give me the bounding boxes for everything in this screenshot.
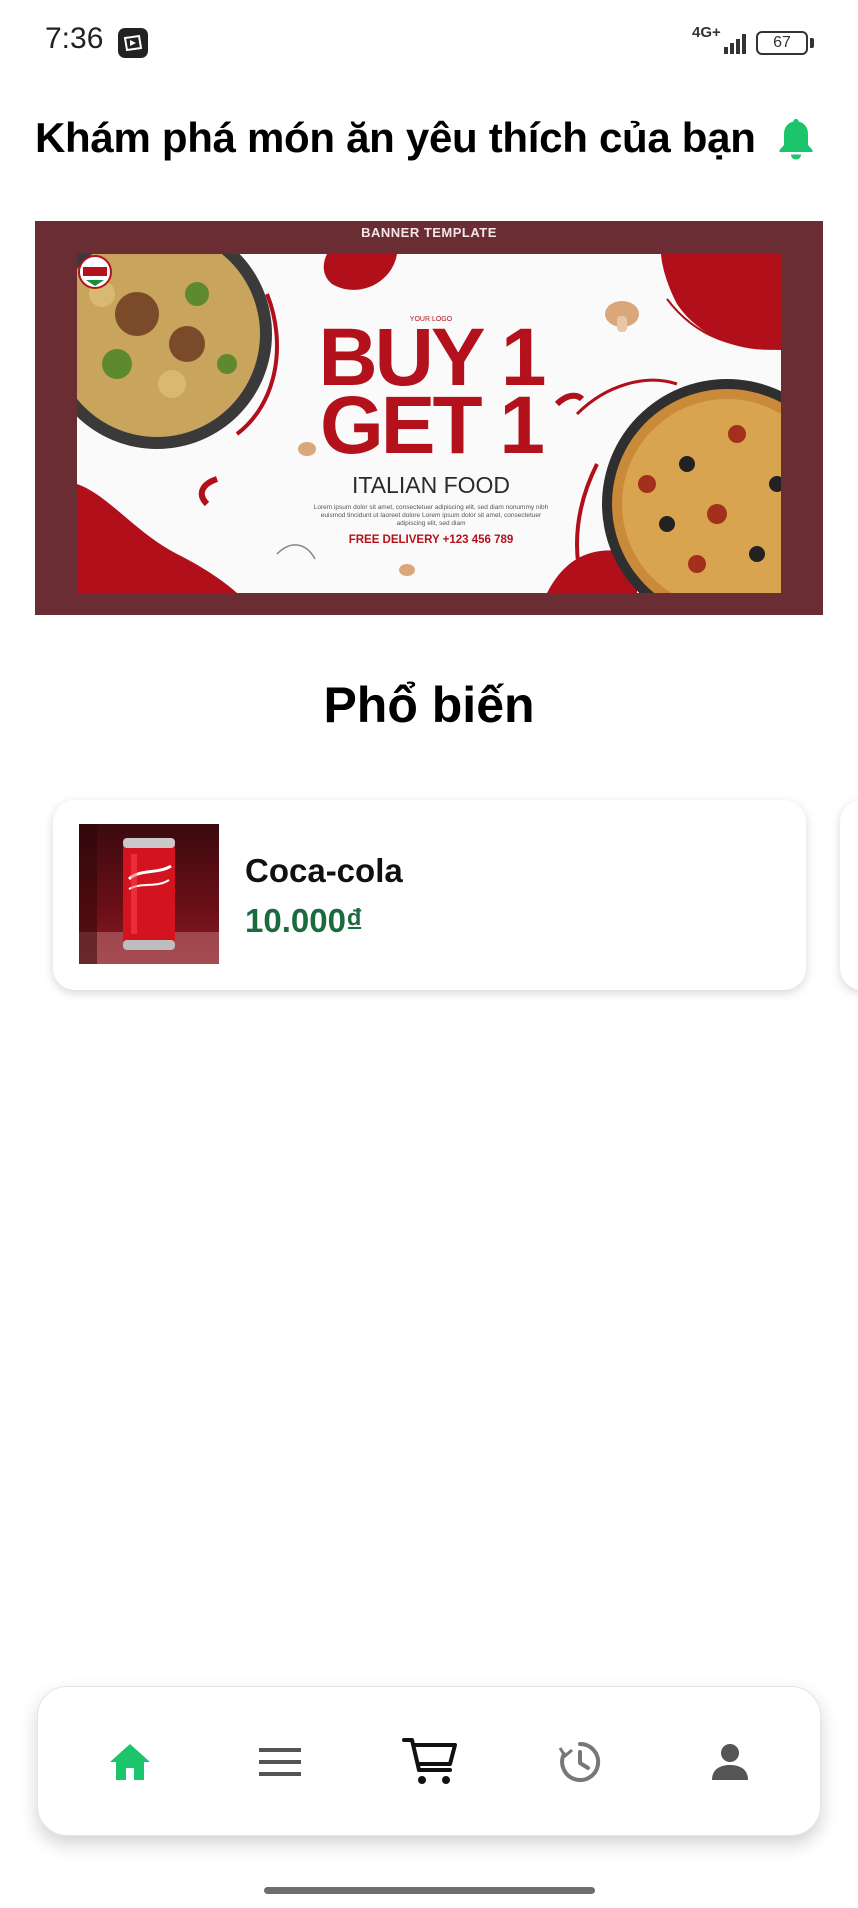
promo-banner[interactable]: BANNER TEMPLATE YOUR LOGO BUY 1 GET 1 IT… bbox=[35, 221, 823, 615]
page-title: Khám phá món ăn yêu thích của bạn bbox=[35, 114, 756, 161]
history-icon bbox=[558, 1741, 601, 1782]
nav-menu[interactable] bbox=[210, 1687, 350, 1837]
banner-delivery: FREE DELIVERY +123 456 789 bbox=[348, 534, 514, 546]
banner-headline-line2: GET 1 bbox=[320, 380, 545, 471]
battery-level: 67 bbox=[773, 34, 791, 51]
banner-body-text: Lorem ipsum dolor sit amet, consectetuer… bbox=[313, 504, 549, 527]
battery-cap bbox=[810, 38, 814, 48]
cart-icon bbox=[402, 1738, 457, 1784]
home-indicator bbox=[264, 1887, 595, 1894]
status-bar: 7:36 4G+ 67 bbox=[0, 0, 858, 86]
banner-caption: BANNER TEMPLATE bbox=[361, 225, 497, 240]
banner-logo-icon bbox=[78, 255, 112, 289]
app-notification-icon bbox=[118, 28, 148, 58]
user-icon bbox=[712, 1744, 748, 1780]
screen: 7:36 4G+ 67 Khám phá món ăn yêu thích củ… bbox=[0, 0, 858, 1908]
product-image-coca-cola bbox=[79, 824, 219, 964]
bottom-nav bbox=[37, 1686, 821, 1836]
product-card-next[interactable] bbox=[840, 800, 858, 990]
menu-icon bbox=[259, 1748, 301, 1776]
home-icon bbox=[110, 1744, 150, 1780]
banner-headline: BUY 1 GET 1 bbox=[309, 317, 553, 471]
nav-profile[interactable] bbox=[660, 1687, 800, 1837]
bell-icon[interactable] bbox=[776, 116, 816, 162]
banner-subheadline: ITALIAN FOOD bbox=[351, 472, 511, 498]
section-title-popular: Phổ biến bbox=[323, 677, 535, 733]
banner-artwork: YOUR LOGO BUY 1 GET 1 ITALIAN FOOD Lorem… bbox=[77, 254, 781, 593]
network-type: 4G+ bbox=[692, 24, 721, 41]
nav-cart[interactable] bbox=[360, 1687, 500, 1837]
product-name: Coca-cola bbox=[245, 852, 403, 889]
status-time: 7:36 bbox=[45, 22, 104, 55]
signal-icon bbox=[724, 34, 746, 54]
product-card[interactable]: Coca-cola 10.000₫ bbox=[53, 800, 806, 990]
nav-history[interactable] bbox=[510, 1687, 650, 1837]
product-price: 10.000₫ bbox=[245, 902, 363, 939]
battery-icon: 67 bbox=[756, 31, 808, 55]
nav-home[interactable] bbox=[60, 1687, 200, 1837]
